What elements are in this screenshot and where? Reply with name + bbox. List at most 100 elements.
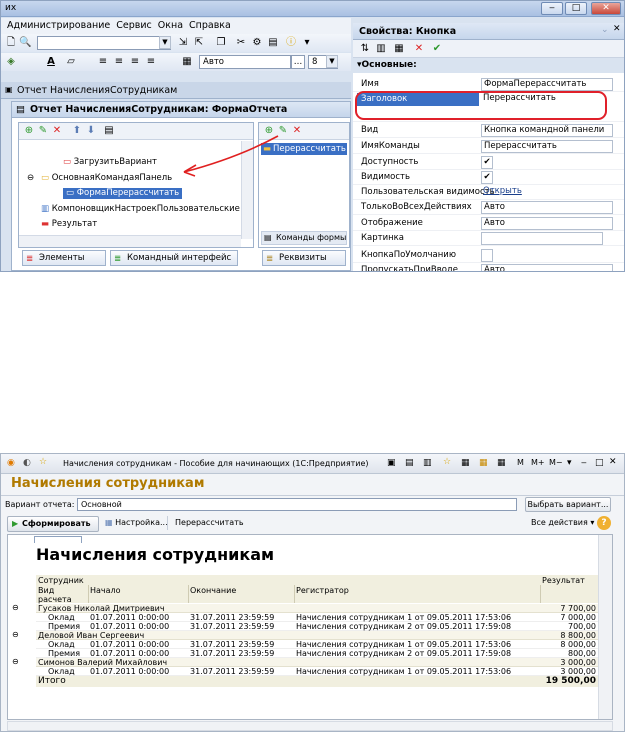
align-center-icon[interactable]: ≡ [113,56,125,68]
info-icon[interactable]: ⓘ [285,37,297,49]
maximize-icon[interactable]: □ [565,2,587,15]
tree-h-scrollbar[interactable] [19,235,241,247]
find-prev-icon[interactable]: ⇱ [193,37,205,49]
memory-plus-button[interactable]: M+ [531,458,545,467]
settings-button[interactable]: ▦ Настройка... [105,518,168,527]
property-value[interactable]: Открыть [481,186,613,199]
property-filter-icon[interactable]: ▦ [393,43,405,55]
report-spreadsheet[interactable]: Начисления сотрудникам Сотрудник Вид расч… [7,534,613,720]
form-icon[interactable]: ▤ [267,37,279,49]
collapse-icon[interactable]: ⊖ [27,173,34,184]
align-left-icon[interactable]: ≡ [97,56,109,68]
open-icon[interactable]: 🗋 [5,37,17,49]
calc-icon[interactable]: ▦ [479,458,488,468]
menu-arrow-icon[interactable]: ▾ [567,458,572,468]
tree-item[interactable]: ▭ ЗагрузитьВариант [63,157,157,168]
variant-field[interactable]: Основной [77,498,517,511]
zoom-field[interactable]: Авто [199,55,291,69]
search-combo[interactable]: ▼ [37,36,171,50]
link-icon[interactable]: ▦ [461,458,470,468]
border-icon[interactable]: ▱ [65,56,77,68]
preview-icon[interactable]: ▥ [423,458,432,468]
calendar-icon[interactable]: ▦ [497,458,506,468]
font-size-field[interactable]: 8 ▼ [308,55,338,69]
choose-icon[interactable]: … [602,232,603,245]
format-icon[interactable]: ▦ [181,56,193,68]
property-value[interactable]: ✔ [481,171,493,184]
menu-item[interactable]: Администрирование [7,20,110,31]
property-value[interactable]: ФормаПерерассчитать [481,78,613,91]
property-value[interactable]: Перерассчитать… [481,140,613,153]
memory-m-button[interactable]: M [517,458,524,467]
favorite-star-icon[interactable]: ☆ [39,457,47,467]
copy-icon[interactable]: ❐ [215,37,227,49]
debug-icon[interactable]: ⚙ [251,37,263,49]
pin-icon[interactable]: ⌄ [601,25,609,35]
report-v-scrollbar[interactable] [598,535,612,719]
property-value[interactable]: Кнопка командной панели ▼ [481,124,613,137]
star-icon[interactable]: ☆ [443,457,451,467]
menu-item[interactable]: Окна [158,20,183,31]
menu-item[interactable]: Сервис [116,20,152,31]
tree-options-icon[interactable]: ▤ [103,125,115,137]
save-icon[interactable]: ▣ [387,458,396,468]
tree-item[interactable]: ▭ ОсновнаяКомандаяПанель [41,173,172,184]
property-value[interactable]: Авто ▼ [481,217,613,230]
tab-elements[interactable]: ≣ Элементы [22,250,106,266]
zoom-choose-button[interactable]: … [291,55,305,69]
memory-minus-button[interactable]: M− [549,458,563,467]
apply-icon[interactable]: ✔ [431,43,443,55]
restore-icon[interactable]: □ [595,458,604,468]
edit-icon[interactable]: ✎ [37,125,49,137]
choose-icon[interactable]: … [612,140,613,153]
find-icon[interactable]: 🔍 [19,37,31,49]
dropdown-arrow-icon[interactable]: ▼ [612,264,613,272]
sort-icon[interactable]: ⇅ [359,43,371,55]
paint-icon[interactable]: ◈ [5,56,17,68]
help-icon[interactable]: ? [597,516,611,530]
app-logo-icon[interactable]: ◉ [7,458,15,468]
all-actions-menu[interactable]: Все действия ▾ [531,518,594,527]
font-color-icon[interactable]: A [45,56,57,68]
minimize-icon[interactable]: ‒ [581,458,587,468]
generate-button[interactable]: ▶ Сформировать [7,516,99,532]
move-up-icon[interactable]: ⬆ [71,125,83,137]
property-value[interactable]: Авто ▼ [481,264,613,272]
toolbar-menu-icon[interactable]: ▾ [301,37,313,49]
justify-icon[interactable]: ≡ [145,56,157,68]
tree-item[interactable]: ▬ Результат [41,219,97,230]
tab-attributes[interactable]: ≣ Реквизиты [262,250,346,266]
property-value[interactable]: …✕ [481,232,603,245]
report-h-scrollbar[interactable] [7,721,613,731]
close-icon[interactable]: ✕ [609,457,617,467]
tools-icon[interactable]: ✂ [235,37,247,49]
property-value[interactable]: Авто ▼ [481,201,613,214]
dropdown-arrow-icon[interactable]: ▼ [612,201,613,214]
clear-icon[interactable]: ✕ [413,43,425,55]
add-icon[interactable]: ⊕ [23,125,35,137]
choose-variant-button[interactable]: Выбрать вариант... [525,497,611,512]
property-value[interactable] [481,249,493,262]
find-next-icon[interactable]: ⇲ [177,37,189,49]
properties-close-icon[interactable]: ✕ [613,24,621,34]
form-commands-button[interactable]: ▤ Команды формы [261,231,347,245]
categories-icon[interactable]: ▥ [375,43,387,55]
close-icon[interactable]: ✕ [591,2,621,15]
tree-item[interactable]: ▭ ФормаПерерассчитать [63,188,183,199]
delete-icon[interactable]: ✕ [51,125,63,137]
delete-command-icon[interactable]: ✕ [291,125,303,137]
menu-item[interactable]: Справка [189,20,231,31]
minimize-icon[interactable]: ‒ [541,2,563,15]
print-icon[interactable]: ▤ [405,458,414,468]
property-value[interactable]: ✔ [481,156,493,169]
recalc-button[interactable]: Перерассчитать [175,518,244,527]
variant-label: Вариант отчета: [5,500,75,509]
align-right-icon[interactable]: ≡ [129,56,141,68]
report-window-tab[interactable]: ▣ Отчет НачисленияСотрудникам [1,82,351,99]
move-down-icon[interactable]: ⬇ [85,125,97,137]
back-icon[interactable]: ◐ [23,458,31,468]
dropdown-arrow-icon[interactable]: ▼ [612,124,613,137]
tab-command-interface[interactable]: ≣ Командный интерфейс [110,250,238,266]
tree-item[interactable]: ▥ КомпоновщикНастроекПользовательские [41,204,240,215]
dropdown-arrow-icon[interactable]: ▼ [612,217,613,230]
